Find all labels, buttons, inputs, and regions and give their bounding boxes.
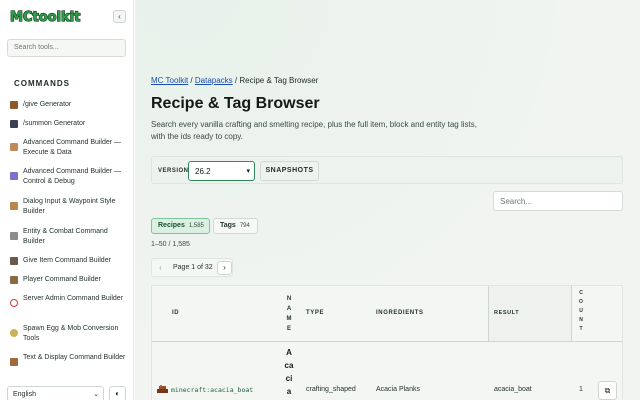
column-header-name[interactable]: NAME bbox=[286, 294, 292, 334]
sidebar-item-label: Advanced Command Builder — Execute & Dat… bbox=[23, 139, 122, 156]
breadcrumb-datapacks-link[interactable]: Datapacks bbox=[195, 76, 233, 85]
column-header-ingredients[interactable]: INGREDIENTS bbox=[376, 310, 424, 316]
sidebar-item-label: Player Command Builder bbox=[23, 276, 101, 283]
sidebar-item-label: Spawn Egg & Mob Conversion Tools bbox=[23, 325, 119, 342]
tab-tags[interactable]: Tags 794 bbox=[213, 218, 258, 234]
recipe-ingredients: Acacia Planks bbox=[376, 386, 420, 393]
sword-icon bbox=[10, 232, 18, 240]
sidebar-item-label: /summon Generator bbox=[23, 120, 86, 127]
recipe-count: 1 bbox=[579, 386, 583, 393]
theme-toggle-button[interactable]: ◐ bbox=[109, 386, 126, 400]
page-description: Search every vanilla crafting and smelti… bbox=[151, 120, 477, 141]
chest-icon bbox=[10, 101, 18, 109]
book-icon bbox=[10, 358, 18, 366]
contrast-icon: ◐ bbox=[115, 389, 120, 398]
head-icon bbox=[10, 276, 18, 284]
sidebar-item-label: Text & Display Command Builder bbox=[23, 354, 126, 361]
breadcrumb-separator: / bbox=[188, 76, 195, 85]
recipe-table: ID NAME TYPE INGREDIENTS RESULT COUNT mi… bbox=[151, 285, 623, 400]
recipe-id[interactable]: minecraft:acacia_boat bbox=[171, 386, 253, 394]
sidebar-item-label: /give Generator bbox=[23, 101, 72, 108]
previous-page-button[interactable]: ‹ bbox=[154, 261, 167, 274]
tab-recipes[interactable]: Recipes 1,585 bbox=[151, 218, 210, 234]
column-header-type[interactable]: TYPE bbox=[306, 310, 324, 316]
page-indicator: Page 1 of 32 bbox=[173, 264, 213, 271]
collapse-sidebar-button[interactable]: ‹ bbox=[113, 10, 126, 23]
version-label: VERSION bbox=[158, 168, 189, 174]
result-range: 1–50 / 1,585 bbox=[151, 241, 190, 248]
version-value: 26.2 bbox=[195, 167, 211, 176]
version-select[interactable]: 26.2 ▾ bbox=[188, 161, 255, 181]
recipe-name: Acacia bbox=[284, 348, 294, 396]
language-value: English bbox=[13, 391, 36, 398]
search-input[interactable]: Search... bbox=[493, 191, 623, 211]
copy-id-button[interactable]: ⧉ bbox=[598, 381, 617, 400]
breadcrumb: MC Toolkit / Datapacks / Recipe & Tag Br… bbox=[151, 76, 318, 85]
column-header-result[interactable]: RESULT bbox=[494, 310, 519, 316]
command-block-icon bbox=[10, 143, 18, 151]
recipe-result: acacia_boat bbox=[494, 386, 532, 393]
language-select[interactable]: English ⌄ bbox=[7, 386, 104, 400]
breadcrumb-current: Recipe & Tag Browser bbox=[239, 76, 319, 85]
page-title: Recipe & Tag Browser bbox=[151, 95, 320, 112]
sidebar-item-label: Server Admin Command Builder bbox=[23, 295, 123, 302]
chevron-left-icon: ‹ bbox=[118, 12, 121, 21]
barrier-icon bbox=[10, 299, 18, 307]
sidebar-item-label: Dialog Input & Waypoint Style Builder bbox=[23, 198, 116, 215]
tab-label: Recipes bbox=[158, 222, 185, 229]
sidebar-item-label: Give Item Command Builder bbox=[23, 257, 111, 264]
chevron-down-icon: ⌄ bbox=[93, 391, 99, 398]
main-content: MC Toolkit / Datapacks / Recipe & Tag Br… bbox=[135, 0, 640, 400]
tool-search-input[interactable]: Search tools... bbox=[7, 39, 126, 57]
tab-count: 794 bbox=[239, 223, 250, 229]
column-header-id[interactable]: ID bbox=[172, 310, 179, 316]
boat-icon bbox=[157, 385, 168, 393]
command-block-blue-icon bbox=[10, 172, 18, 180]
caret-down-icon: ▾ bbox=[246, 168, 250, 175]
spawner-icon bbox=[10, 120, 18, 128]
recipe-type: crafting_shaped bbox=[306, 386, 356, 393]
commands-section-title: COMMANDS bbox=[14, 79, 70, 88]
pagination: ‹ Page 1 of 32 › bbox=[151, 258, 233, 277]
sidebar-item-label: Advanced Command Builder — Control & Deb… bbox=[23, 168, 122, 185]
version-bar: VERSION 26.2 ▾ SNAPSHOTS bbox=[151, 156, 623, 184]
sign-icon bbox=[10, 202, 18, 210]
tab-count: 1,585 bbox=[188, 223, 204, 229]
box-icon bbox=[10, 257, 18, 265]
header-divider bbox=[152, 341, 622, 342]
breadcrumb-mc-toolkit-link[interactable]: MC Toolkit bbox=[151, 76, 188, 85]
column-header-count[interactable]: COUNT bbox=[578, 289, 584, 334]
spawn-egg-icon bbox=[10, 329, 18, 337]
sidebar: MCtoolkit ‹ Search tools... COMMANDS /gi… bbox=[0, 0, 134, 400]
sidebar-item-label: Entity & Combat Command Builder bbox=[23, 228, 108, 245]
next-page-button[interactable]: › bbox=[217, 261, 232, 275]
snapshots-button[interactable]: SNAPSHOTS bbox=[260, 161, 319, 181]
mc-toolkit-logo[interactable]: MCtoolkit bbox=[9, 8, 89, 24]
svg-text:MCtoolkit: MCtoolkit bbox=[10, 10, 80, 24]
copy-icon: ⧉ bbox=[604, 386, 611, 395]
tab-label: Tags bbox=[220, 222, 236, 229]
